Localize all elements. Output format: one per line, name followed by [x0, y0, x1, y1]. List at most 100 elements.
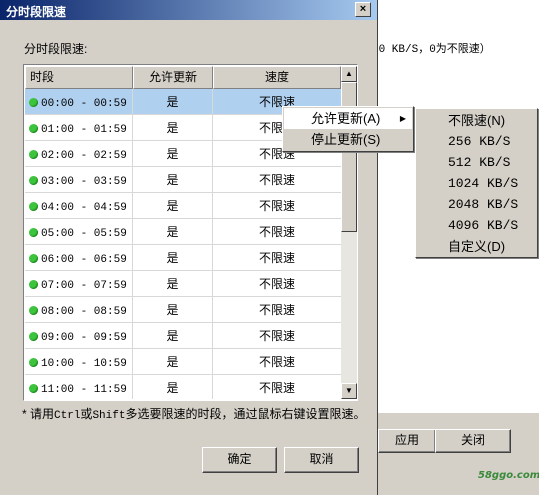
submenu-item-unlimited[interactable]: 不限速(N) [417, 110, 536, 131]
hint-suffix: 多选要限速的时段，通过鼠标右键设置限速。 [125, 407, 366, 421]
time-cell: 01:00 - 01:59 [25, 115, 133, 141]
speed-submenu: 不限速(N) 256 KB/S 512 KB/S 1024 KB/S 2048 KB/S… [415, 108, 538, 258]
scroll-up-icon[interactable]: ▲ [341, 66, 357, 82]
time-label: 07:00 - 07:59 [41, 280, 127, 292]
watermark-logo: 58ggo.com [478, 470, 539, 481]
menu-item-stop-update-label: 停止更新(S) [311, 132, 381, 147]
time-cell: 08:00 - 08:59 [25, 297, 133, 323]
cancel-button[interactable]: 取消 [284, 447, 359, 473]
status-dot-icon [29, 306, 38, 315]
status-dot-icon [29, 176, 38, 185]
time-cell: 10:00 - 10:59 [25, 349, 133, 375]
status-dot-icon [29, 384, 38, 393]
hint-shift: Shift [92, 410, 126, 422]
time-cell: 06:00 - 06:59 [25, 245, 133, 271]
speed-cell: 不限速 [258, 225, 295, 239]
time-cell: 02:00 - 02:59 [25, 141, 133, 167]
time-cell: 00:00 - 00:59 [25, 89, 133, 115]
time-label: 03:00 - 03:59 [41, 176, 127, 188]
submenu-item-2048[interactable]: 2048 KB/S [417, 194, 536, 215]
speed-cell: 不限速 [258, 303, 295, 317]
time-label: 11:00 - 11:59 [41, 384, 127, 396]
hint-text: * 请用Ctrl或Shift多选要限速的时段，通过鼠标右键设置限速。 [22, 405, 365, 422]
table-row[interactable]: 09:00 - 09:59 是 不限速 [25, 323, 341, 349]
hint-or: 或 [80, 407, 93, 421]
time-cell: 05:00 - 05:59 [25, 219, 133, 245]
table-header: 时段 允许更新 速度 [25, 66, 341, 89]
status-dot-icon [29, 358, 38, 367]
submenu-item-512[interactable]: 512 KB/S [417, 152, 536, 173]
speed-cell: 不限速 [258, 251, 295, 265]
hint-ctrl: Ctrl [54, 410, 81, 422]
time-label: 00:00 - 00:59 [41, 98, 127, 110]
time-label: 09:00 - 09:59 [41, 332, 127, 344]
status-dot-icon [29, 332, 38, 341]
allow-cell: 是 [133, 375, 213, 399]
menu-item-allow-update-label: 允许更新(A) [311, 111, 381, 126]
close-icon[interactable]: × [355, 2, 371, 17]
table-row[interactable]: 07:00 - 07:59 是 不限速 [25, 271, 341, 297]
time-label: 02:00 - 02:59 [41, 150, 127, 162]
status-dot-icon [29, 280, 38, 289]
background-button-bar: 应用 关闭 [372, 412, 539, 495]
status-dot-icon [29, 98, 38, 107]
table-row[interactable]: 06:00 - 06:59 是 不限速 [25, 245, 341, 271]
status-dot-icon [29, 228, 38, 237]
section-label: 分时段限速: [24, 42, 88, 56]
menu-item-stop-update[interactable]: 停止更新(S) [284, 129, 412, 150]
close-button[interactable]: 关闭 [435, 429, 511, 453]
submenu-item-256[interactable]: 256 KB/S [417, 131, 536, 152]
column-header-allow[interactable]: 允许更新 [133, 66, 213, 89]
time-cell: 11:00 - 11:59 [25, 375, 133, 399]
background-speed-hint: 00 KB/S，0为不限速） [372, 44, 491, 56]
speed-cell: 不限速 [258, 329, 295, 343]
table-row[interactable]: 11:00 - 11:59 是 不限速 [25, 375, 341, 399]
allow-cell: 是 [133, 323, 213, 349]
time-label: 06:00 - 06:59 [41, 254, 127, 266]
table-row[interactable]: 10:00 - 10:59 是 不限速 [25, 349, 341, 375]
ok-button[interactable]: 确定 [202, 447, 277, 473]
time-label: 08:00 - 08:59 [41, 306, 127, 318]
submenu-arrow-icon: ▶ [399, 114, 406, 123]
time-label: 05:00 - 05:59 [41, 228, 127, 240]
table-row[interactable]: 03:00 - 03:59 是 不限速 [25, 167, 341, 193]
column-header-speed[interactable]: 速度 [213, 66, 341, 89]
table-row[interactable]: 08:00 - 08:59 是 不限速 [25, 297, 341, 323]
hint-prefix: * 请用 [22, 407, 55, 421]
time-cell: 07:00 - 07:59 [25, 271, 133, 297]
status-dot-icon [29, 150, 38, 159]
speed-cell: 不限速 [258, 355, 295, 369]
time-label: 04:00 - 04:59 [41, 202, 127, 214]
allow-cell: 是 [133, 115, 213, 141]
context-menu: 允许更新(A) ▶ 停止更新(S) [282, 106, 414, 152]
apply-button[interactable]: 应用 [378, 429, 436, 453]
allow-cell: 是 [133, 89, 213, 115]
scroll-down-icon[interactable]: ▼ [341, 383, 357, 399]
table-row[interactable]: 05:00 - 05:59 是 不限速 [25, 219, 341, 245]
speed-cell: 不限速 [258, 277, 295, 291]
speed-cell: 不限速 [258, 381, 295, 395]
allow-cell: 是 [133, 245, 213, 271]
submenu-item-1024[interactable]: 1024 KB/S [417, 173, 536, 194]
scroll-thumb[interactable] [341, 82, 357, 232]
submenu-item-4096[interactable]: 4096 KB/S [417, 215, 536, 236]
status-dot-icon [29, 202, 38, 211]
allow-cell: 是 [133, 297, 213, 323]
submenu-item-custom[interactable]: 自定义(D) [417, 236, 536, 257]
time-cell: 04:00 - 04:59 [25, 193, 133, 219]
status-dot-icon [29, 254, 38, 263]
time-cell: 03:00 - 03:59 [25, 167, 133, 193]
allow-cell: 是 [133, 167, 213, 193]
column-header-time[interactable]: 时段 [25, 66, 133, 89]
table-row[interactable]: 04:00 - 04:59 是 不限速 [25, 193, 341, 219]
allow-cell: 是 [133, 219, 213, 245]
dialog-title: 分时段限速 [6, 5, 67, 19]
menu-item-allow-update[interactable]: 允许更新(A) ▶ [284, 108, 412, 129]
allow-cell: 是 [133, 193, 213, 219]
time-label: 01:00 - 01:59 [41, 124, 127, 136]
allow-cell: 是 [133, 349, 213, 375]
speed-cell: 不限速 [258, 199, 295, 213]
status-dot-icon [29, 124, 38, 133]
dialog-titlebar[interactable]: 分时段限速 × [0, 0, 377, 20]
time-label: 10:00 - 10:59 [41, 358, 127, 370]
